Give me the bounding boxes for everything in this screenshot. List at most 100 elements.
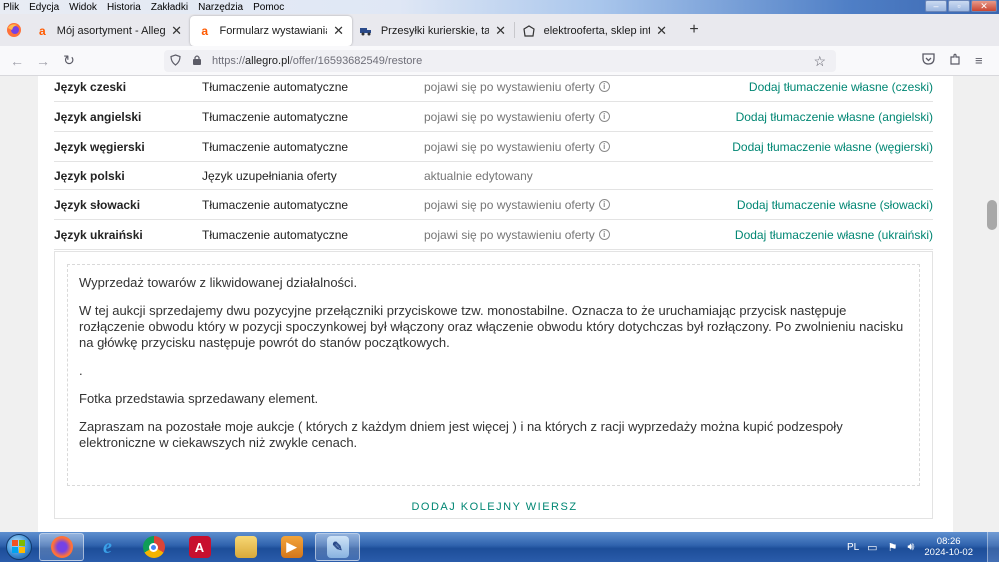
info-icon[interactable]: i	[598, 229, 610, 240]
taskbar-media-player[interactable]: ▶	[269, 533, 314, 561]
info-icon[interactable]: i	[598, 141, 610, 152]
add-translation-link[interactable]: Dodaj tłumaczenie własne (słowacki)	[737, 198, 933, 212]
back-icon[interactable]: ←	[4, 53, 30, 69]
language-type: Tłumaczenie automatyczne	[202, 227, 349, 242]
close-window-button[interactable]: ✕	[971, 0, 997, 12]
language-type: Tłumaczenie automatyczne	[202, 109, 349, 124]
language-name: Język czeski	[54, 79, 127, 94]
close-tab-icon[interactable]: ✕	[165, 23, 182, 39]
courier-icon	[360, 24, 373, 38]
description-text-editor[interactable]: Wyprzedaż towarów z likwidowanej działal…	[67, 264, 920, 486]
firefox-icon	[7, 23, 21, 37]
description-section: Wyprzedaż towarów z likwidowanej działal…	[54, 251, 933, 519]
internet-explorer-icon: e	[103, 535, 112, 558]
url-bar[interactable]: https://allegro.pl/offer/16593682549/res…	[164, 50, 836, 72]
taskbar-firefox[interactable]	[39, 533, 84, 561]
menu-tools[interactable]: Narzędzia	[193, 2, 248, 13]
allegro-icon: a	[39, 23, 46, 38]
language-type: Tłumaczenie automatyczne	[202, 139, 349, 154]
menu-file[interactable]: Plik	[0, 2, 24, 13]
maximize-button[interactable]: ▫	[948, 0, 970, 12]
window-controls: – ▫ ✕	[925, 0, 997, 13]
extensions-icon[interactable]	[949, 53, 961, 68]
menu-edit[interactable]: Edycja	[24, 2, 64, 13]
menu-bookmarks[interactable]: Zakładki	[146, 2, 193, 13]
language-name: Język węgierski	[54, 139, 145, 154]
add-row-button[interactable]: DODAJ KOLEJNY WIERSZ	[55, 501, 934, 513]
network-icon[interactable]: ▭	[867, 541, 877, 554]
menu-history[interactable]: Historia	[102, 2, 146, 13]
page-scrollbar[interactable]	[985, 76, 999, 532]
media-player-icon: ▶	[280, 536, 303, 558]
offer-form-panel: Język czeski Tłumaczenie automatyczne po…	[38, 76, 953, 532]
language-table: Język czeski Tłumaczenie automatyczne po…	[54, 76, 933, 250]
menu-help[interactable]: Pomoc	[248, 2, 289, 13]
info-icon[interactable]: i	[598, 199, 610, 210]
table-row: Język czeski Tłumaczenie automatyczne po…	[54, 76, 933, 102]
tab-elektrooferta[interactable]: elektrooferta, sklep internetowy ✕	[515, 16, 675, 46]
description-paragraph: Zapraszam na pozostałe moje aukcje ( któ…	[79, 419, 843, 450]
navigation-bar: ← → ↻ https://allegro.pl/offer/165936825…	[0, 46, 999, 76]
bookmark-star-icon[interactable]: ☆	[813, 53, 826, 70]
firefox-view-button[interactable]	[0, 14, 28, 46]
volume-icon[interactable]: 🔊︎	[907, 541, 914, 554]
close-tab-icon[interactable]: ✕	[650, 23, 667, 39]
tab-przesylki[interactable]: Przesyłki kurierskie, tani kurier ✕	[352, 16, 514, 46]
taskbar-acrobat[interactable]: A	[177, 533, 222, 561]
language-status: pojawi się po wystawieniu oferty i	[424, 140, 610, 154]
lock-icon[interactable]	[186, 54, 208, 69]
flag-icon[interactable]: ⚑	[888, 541, 898, 554]
info-icon[interactable]: i	[598, 81, 610, 92]
language-indicator[interactable]: PL	[847, 542, 859, 553]
paint-icon: ✎	[326, 536, 349, 558]
show-desktop-button[interactable]	[987, 532, 999, 562]
pocket-icon[interactable]	[922, 53, 935, 68]
windows-taskbar: e A ▶ ✎ PL ▭ ⚑ 🔊︎ 08:26 2024-10-02	[0, 532, 999, 562]
shield-icon[interactable]	[164, 53, 186, 69]
menu-hamburger-icon[interactable]: ≡	[975, 53, 983, 68]
taskbar-paint[interactable]: ✎	[315, 533, 360, 561]
new-tab-button[interactable]: +	[683, 21, 705, 39]
clock-date: 2024-10-02	[924, 547, 973, 558]
add-translation-link[interactable]: Dodaj tłumaczenie własne (czeski)	[749, 80, 933, 94]
firefox-icon	[50, 536, 73, 558]
taskbar-chrome[interactable]	[131, 533, 176, 561]
add-translation-link[interactable]: Dodaj tłumaczenie własne (ukraiński)	[735, 228, 933, 242]
language-name: Język angielski	[54, 109, 142, 124]
url-text[interactable]: https://allegro.pl/offer/16593682549/res…	[212, 55, 422, 67]
allegro-icon: a	[201, 23, 209, 38]
taskbar-explorer[interactable]	[223, 533, 268, 561]
clock[interactable]: 08:26 2024-10-02	[924, 536, 973, 558]
forward-icon[interactable]: →	[30, 53, 56, 69]
page-content: Język czeski Tłumaczenie automatyczne po…	[0, 76, 999, 532]
language-type: Tłumaczenie automatyczne	[202, 79, 349, 94]
reload-icon[interactable]: ↻	[56, 52, 82, 69]
description-paragraph: Fotka przedstawia sprzedawany element.	[79, 391, 319, 406]
chrome-icon	[142, 536, 165, 558]
language-status: pojawi się po wystawieniu oferty i	[424, 228, 610, 242]
scrollbar-thumb[interactable]	[987, 200, 997, 230]
table-row: Język polski Język uzupełniania oferty a…	[54, 162, 933, 190]
clock-time: 08:26	[936, 536, 961, 547]
description-paragraph: W tej aukcji sprzedajemy dwu pozycyjne p…	[79, 303, 904, 350]
menu-bar: Plik Edycja Widok Historia Zakładki Narz…	[0, 0, 999, 14]
menu-view[interactable]: Widok	[64, 2, 102, 13]
start-button[interactable]	[0, 532, 38, 562]
language-status: pojawi się po wystawieniu oferty i	[424, 80, 610, 94]
table-row: Język angielski Tłumaczenie automatyczne…	[54, 102, 933, 132]
info-icon[interactable]: i	[598, 111, 610, 122]
close-tab-icon[interactable]: ✕	[489, 23, 506, 39]
taskbar-internet-explorer[interactable]: e	[85, 533, 130, 561]
language-status: pojawi się po wystawieniu oferty i	[424, 198, 610, 212]
table-row: Język słowacki Tłumaczenie automatyczne …	[54, 190, 933, 220]
add-translation-link[interactable]: Dodaj tłumaczenie własne (angielski)	[736, 110, 933, 124]
add-translation-link[interactable]: Dodaj tłumaczenie własne (węgierski)	[732, 140, 933, 154]
tab-formularz-wystawiania[interactable]: a Formularz wystawiania ✕	[190, 15, 352, 46]
language-type: Tłumaczenie automatyczne	[202, 197, 349, 212]
table-row: Język ukraiński Tłumaczenie automatyczne…	[54, 220, 933, 250]
table-row: Język węgierski Tłumaczenie automatyczne…	[54, 132, 933, 162]
language-status: aktualnie edytowany	[424, 168, 533, 183]
close-tab-icon[interactable]: ✕	[327, 23, 344, 39]
minimize-button[interactable]: –	[925, 0, 947, 12]
tab-moj-asortyment[interactable]: a Mój asortyment - Allegro ✕	[28, 16, 190, 46]
